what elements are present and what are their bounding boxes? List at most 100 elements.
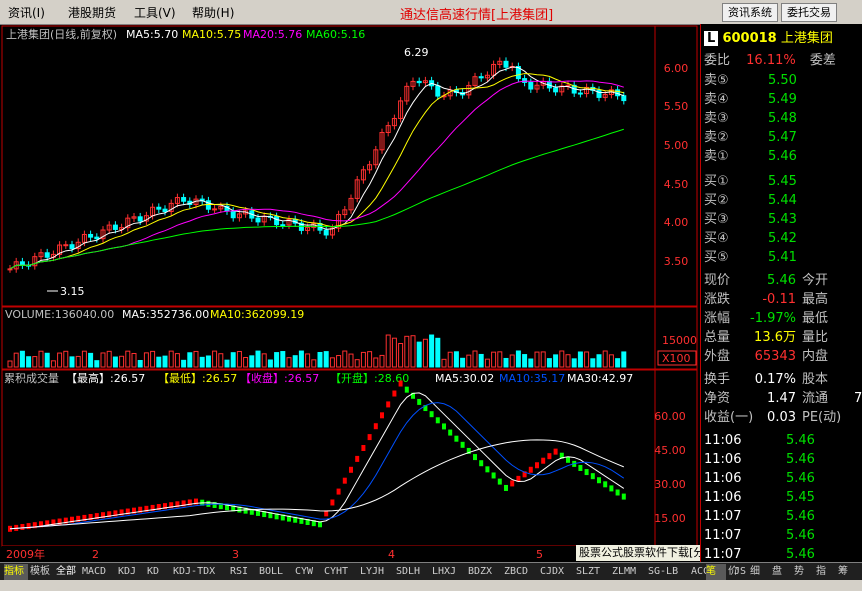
buy-row[interactable]: 买② 5.44 <box>704 192 797 210</box>
l-badge: L <box>704 31 719 46</box>
indicator-tab[interactable]: CYHT <box>324 564 358 580</box>
buy-row[interactable]: 买① 5.45 <box>704 173 797 191</box>
indicator-tab[interactable]: KDJ-TDX <box>173 564 228 580</box>
sell-label: 卖⑤ <box>704 73 729 88</box>
indicator-tab[interactable]: KDJ <box>118 564 145 580</box>
volume-ma10-label: MA10:362099.19 <box>210 308 304 321</box>
stat2-row: 净资 1.47 流通 7 <box>704 390 862 408</box>
volume-bar <box>342 350 348 368</box>
tick-price: 5.46 <box>786 509 815 524</box>
candle-body <box>19 261 25 266</box>
indicator-tab[interactable]: CJDX <box>540 564 574 580</box>
volume-bar <box>453 351 459 368</box>
menu-tools[interactable]: 工具(V) <box>134 4 176 21</box>
volume-bar <box>13 352 19 368</box>
indicator-tab[interactable]: CYW <box>295 564 322 580</box>
stat-value: 13.6万 <box>754 330 796 345</box>
volume-bar <box>311 359 317 368</box>
volume-bar <box>150 350 156 368</box>
indicator-block <box>367 434 372 441</box>
indicator-tab[interactable]: ZBCD <box>504 564 538 580</box>
stock-code: 600018 <box>722 31 777 46</box>
indicator-tab[interactable]: 全部 <box>56 564 80 580</box>
menu-hk-futures[interactable]: 港股期货 <box>68 4 116 21</box>
indicator-tab[interactable]: SLZT <box>576 564 610 580</box>
indicator-tab[interactable]: SDLH <box>396 564 430 580</box>
buy-row[interactable]: 买③ 5.43 <box>704 211 797 229</box>
volume-bar <box>497 351 503 368</box>
buy-row[interactable]: 买⑤ 5.41 <box>704 249 797 267</box>
indicator-tab[interactable]: LYJH <box>360 564 394 580</box>
sell-row[interactable]: 卖④ 5.49 <box>704 91 797 109</box>
indicator-open: 【开盘】:28.60 <box>330 371 409 385</box>
indicator-block <box>404 386 409 393</box>
quote-tab[interactable]: 笔 <box>706 564 726 580</box>
tick-time: 11:06 <box>704 471 742 486</box>
buy-price: 5.41 <box>768 250 797 265</box>
weibi-row: 委比 16.11% 委差 <box>704 52 836 70</box>
tick-row: 11:06 5.45 <box>704 489 815 507</box>
buy-row[interactable]: 买④ 5.42 <box>704 230 797 248</box>
candle-body <box>274 216 280 226</box>
volume-bar <box>367 351 373 368</box>
indicator-ma-line <box>9 392 625 530</box>
indicator-tab[interactable]: 指标 <box>4 564 28 580</box>
low-price-label: 3.15 <box>60 285 85 298</box>
indicator-ma30: MA30:42.97 <box>567 372 633 385</box>
buy-label: 买③ <box>704 212 729 227</box>
tick-time: 11:06 <box>704 490 742 505</box>
volume-bar <box>44 352 50 368</box>
indicator-ma-line <box>9 402 625 530</box>
stat2-value: 0.03 <box>767 410 796 425</box>
indicator-tab[interactable]: SG-LB <box>648 564 689 580</box>
weibi-value: 16.11% <box>746 53 796 68</box>
indicator-tab[interactable]: BDZX <box>468 564 502 580</box>
quote-tab[interactable]: 筹 <box>838 564 858 580</box>
price-label: 3.50 <box>664 255 689 268</box>
sell-row[interactable]: 卖⑤ 5.50 <box>704 72 797 90</box>
kline-chart[interactable]: 上港集团(日线,前复权) MA5:5.70 MA10:5.75 MA20:5.7… <box>0 24 700 562</box>
indicator-tab[interactable]: 模板 <box>30 564 54 580</box>
candle-body <box>162 208 168 213</box>
volume-bar <box>528 358 534 368</box>
volume-bar <box>472 350 478 368</box>
info-system-button[interactable]: 资讯系统 <box>722 3 778 22</box>
chart-area[interactable]: 上港集团(日线,前复权) MA5:5.70 MA10:5.75 MA20:5.7… <box>0 24 700 562</box>
indicator-block <box>398 380 403 387</box>
quote-tab[interactable]: 指 <box>816 564 836 580</box>
indicator-block <box>442 423 446 430</box>
volume-axis-label: 15000 <box>662 334 697 347</box>
indicator-block <box>553 448 558 455</box>
volume-bars <box>7 334 627 368</box>
ma-line <box>9 80 624 270</box>
indicator-tab[interactable]: KD <box>147 564 171 580</box>
tick-time: 11:07 <box>704 509 742 524</box>
quote-tab[interactable]: 细 <box>750 564 770 580</box>
status-bar <box>0 580 862 591</box>
menu-help[interactable]: 帮助(H) <box>192 4 234 21</box>
menu-info[interactable]: 资讯(I) <box>8 4 45 21</box>
indicator-block <box>429 411 434 418</box>
volume-bar <box>193 350 199 368</box>
indicator-block <box>380 412 384 419</box>
sell-row[interactable]: 卖① 5.46 <box>704 148 797 166</box>
quote-tab[interactable]: 势 <box>794 564 814 580</box>
quote-tab[interactable]: 盘 <box>772 564 792 580</box>
indicator-tab[interactable]: LHXJ <box>432 564 466 580</box>
sell-row[interactable]: 卖③ 5.48 <box>704 110 797 128</box>
volume-bar <box>205 355 211 368</box>
stat-row: 总量 13.6万 量比 <box>704 329 862 347</box>
indicator-tab[interactable]: RSI <box>230 564 257 580</box>
stat2-label-2: 流通 <box>802 391 829 406</box>
quote-tab[interactable]: 价 <box>728 564 748 580</box>
volume-bar <box>373 357 379 368</box>
indicator-tab[interactable]: BOLL <box>259 564 293 580</box>
stat2-label: 净资 <box>704 391 731 406</box>
tick-price: 5.45 <box>786 490 815 505</box>
sell-label: 卖④ <box>704 92 729 107</box>
entrust-trade-button[interactable]: 委托交易 <box>781 3 837 22</box>
indicator-tab[interactable]: MACD <box>82 564 116 580</box>
sell-row[interactable]: 卖② 5.47 <box>704 129 797 147</box>
indicator-tab[interactable]: ZLMM <box>612 564 646 580</box>
volume-bar <box>584 351 590 368</box>
